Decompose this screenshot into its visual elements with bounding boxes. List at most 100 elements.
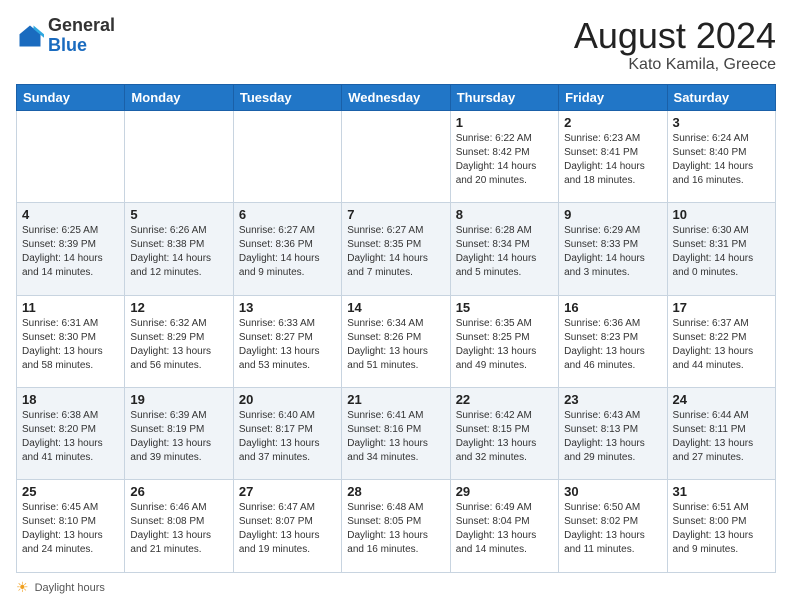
day-number: 16 — [564, 300, 661, 315]
day-number: 27 — [239, 484, 336, 499]
day-info: Sunrise: 6:47 AM Sunset: 8:07 PM Dayligh… — [239, 501, 336, 557]
day-number: 22 — [456, 392, 553, 407]
day-info: Sunrise: 6:30 AM Sunset: 8:31 PM Dayligh… — [673, 224, 770, 280]
day-number: 12 — [130, 300, 227, 315]
day-number: 18 — [22, 392, 119, 407]
day-info: Sunrise: 6:34 AM Sunset: 8:26 PM Dayligh… — [347, 317, 444, 373]
logo-icon — [16, 22, 44, 50]
footer-note: ☀ Daylight hours — [16, 579, 776, 596]
calendar-cell: 22 Sunrise: 6:42 AM Sunset: 8:15 PM Dayli… — [450, 388, 558, 480]
weekday-header-saturday: Saturday — [667, 84, 775, 110]
calendar-cell: 24Sunrise: 6:44 AM Sunset: 8:11 PM Dayli… — [667, 388, 775, 480]
calendar-cell: 14 Sunrise: 6:34 AM Sunset: 8:26 PM Dayli… — [342, 295, 450, 387]
calendar-cell: 5Sunrise: 6:26 AM Sunset: 8:38 PM Daylig… — [125, 203, 233, 295]
footer-text: Daylight hours — [35, 582, 105, 594]
day-info: Sunrise: 6:49 AM Sunset: 8:04 PM Dayligh… — [456, 501, 553, 557]
week-row-4: 18 Sunrise: 6:38 AM Sunset: 8:20 PM Dayli… — [17, 388, 776, 480]
day-number: 4 — [22, 207, 119, 222]
day-number: 31 — [673, 484, 770, 499]
day-info: Sunrise: 6:31 AM Sunset: 8:30 PM Dayligh… — [22, 317, 119, 373]
day-number: 19 — [130, 392, 227, 407]
calendar-cell: 12 Sunrise: 6:32 AM Sunset: 8:29 PM Dayli… — [125, 295, 233, 387]
weekday-header-tuesday: Tuesday — [233, 84, 341, 110]
day-number: 28 — [347, 484, 444, 499]
day-info: Sunrise: 6:22 AM Sunset: 8:42 PM Dayligh… — [456, 132, 553, 188]
calendar-cell: 1Sunrise: 6:22 AM Sunset: 8:42 PM Daylig… — [450, 110, 558, 202]
day-info: Sunrise: 6:28 AM Sunset: 8:34 PM Dayligh… — [456, 224, 553, 280]
weekday-header-row: SundayMondayTuesdayWednesdayThursdayFrid… — [17, 84, 776, 110]
week-row-3: 11 Sunrise: 6:31 AM Sunset: 8:30 PM Dayli… — [17, 295, 776, 387]
day-info: Sunrise: 6:39 AM Sunset: 8:19 PM Dayligh… — [130, 409, 227, 465]
day-number: 10 — [673, 207, 770, 222]
calendar-cell — [125, 110, 233, 202]
day-info: Sunrise: 6:40 AM Sunset: 8:17 PM Dayligh… — [239, 409, 336, 465]
calendar-cell: 29 Sunrise: 6:49 AM Sunset: 8:04 PM Dayli… — [450, 480, 558, 573]
day-info: Sunrise: 6:32 AM Sunset: 8:29 PM Dayligh… — [130, 317, 227, 373]
day-info: Sunrise: 6:41 AM Sunset: 8:16 PM Dayligh… — [347, 409, 444, 465]
day-info: Sunrise: 6:33 AM Sunset: 8:27 PM Dayligh… — [239, 317, 336, 373]
day-info: Sunrise: 6:36 AM Sunset: 8:23 PM Dayligh… — [564, 317, 661, 373]
calendar-table: SundayMondayTuesdayWednesdayThursdayFrid… — [16, 84, 776, 573]
weekday-header-monday: Monday — [125, 84, 233, 110]
day-info: Sunrise: 6:27 AM Sunset: 8:35 PM Dayligh… — [347, 224, 444, 280]
weekday-header-wednesday: Wednesday — [342, 84, 450, 110]
calendar-cell: 25Sunrise: 6:45 AM Sunset: 8:10 PM Dayli… — [17, 480, 125, 573]
day-number: 14 — [347, 300, 444, 315]
calendar-cell: 28 Sunrise: 6:48 AM Sunset: 8:05 PM Dayli… — [342, 480, 450, 573]
day-info: Sunrise: 6:48 AM Sunset: 8:05 PM Dayligh… — [347, 501, 444, 557]
day-number: 25 — [22, 484, 119, 499]
calendar-title: August 2024 — [574, 16, 776, 56]
logo-general: General — [48, 15, 115, 35]
day-info: Sunrise: 6:38 AM Sunset: 8:20 PM Dayligh… — [22, 409, 119, 465]
logo-text: General Blue — [48, 16, 115, 56]
weekday-header-thursday: Thursday — [450, 84, 558, 110]
day-number: 9 — [564, 207, 661, 222]
calendar-cell: 31 Sunrise: 6:51 AM Sunset: 8:00 PM Dayli… — [667, 480, 775, 573]
day-info: Sunrise: 6:27 AM Sunset: 8:36 PM Dayligh… — [239, 224, 336, 280]
weekday-header-sunday: Sunday — [17, 84, 125, 110]
calendar-cell — [233, 110, 341, 202]
day-number: 29 — [456, 484, 553, 499]
day-info: Sunrise: 6:51 AM Sunset: 8:00 PM Dayligh… — [673, 501, 770, 557]
calendar-cell: 17 Sunrise: 6:37 AM Sunset: 8:22 PM Dayli… — [667, 295, 775, 387]
calendar-cell: 16 Sunrise: 6:36 AM Sunset: 8:23 PM Dayli… — [559, 295, 667, 387]
logo: General Blue — [16, 16, 115, 56]
calendar-cell: 26Sunrise: 6:46 AM Sunset: 8:08 PM Dayli… — [125, 480, 233, 573]
day-info: Sunrise: 6:43 AM Sunset: 8:13 PM Dayligh… — [564, 409, 661, 465]
calendar-cell: 21 Sunrise: 6:41 AM Sunset: 8:16 PM Dayli… — [342, 388, 450, 480]
calendar-cell: 10 Sunrise: 6:30 AM Sunset: 8:31 PM Dayli… — [667, 203, 775, 295]
day-info: Sunrise: 6:24 AM Sunset: 8:40 PM Dayligh… — [673, 132, 770, 188]
calendar-cell: 7Sunrise: 6:27 AM Sunset: 8:35 PM Daylig… — [342, 203, 450, 295]
day-number: 6 — [239, 207, 336, 222]
week-row-2: 4Sunrise: 6:25 AM Sunset: 8:39 PM Daylig… — [17, 203, 776, 295]
week-row-1: 1Sunrise: 6:22 AM Sunset: 8:42 PM Daylig… — [17, 110, 776, 202]
calendar-cell: 13Sunrise: 6:33 AM Sunset: 8:27 PM Dayli… — [233, 295, 341, 387]
day-number: 8 — [456, 207, 553, 222]
calendar-cell: 8 Sunrise: 6:28 AM Sunset: 8:34 PM Daylig… — [450, 203, 558, 295]
sun-icon: ☀ — [16, 579, 29, 596]
day-info: Sunrise: 6:50 AM Sunset: 8:02 PM Dayligh… — [564, 501, 661, 557]
day-number: 24 — [673, 392, 770, 407]
calendar-cell: 11 Sunrise: 6:31 AM Sunset: 8:30 PM Dayli… — [17, 295, 125, 387]
day-info: Sunrise: 6:26 AM Sunset: 8:38 PM Dayligh… — [130, 224, 227, 280]
day-number: 17 — [673, 300, 770, 315]
day-info: Sunrise: 6:23 AM Sunset: 8:41 PM Dayligh… — [564, 132, 661, 188]
day-info: Sunrise: 6:37 AM Sunset: 8:22 PM Dayligh… — [673, 317, 770, 373]
day-number: 11 — [22, 300, 119, 315]
title-area: August 2024 Kato Kamila, Greece — [574, 16, 776, 74]
calendar-cell: 27 Sunrise: 6:47 AM Sunset: 8:07 PM Dayli… — [233, 480, 341, 573]
day-info: Sunrise: 6:42 AM Sunset: 8:15 PM Dayligh… — [456, 409, 553, 465]
day-number: 2 — [564, 115, 661, 130]
day-number: 21 — [347, 392, 444, 407]
page: General Blue August 2024 Kato Kamila, Gr… — [0, 0, 792, 612]
calendar-cell: 15Sunrise: 6:35 AM Sunset: 8:25 PM Dayli… — [450, 295, 558, 387]
calendar-cell: 4Sunrise: 6:25 AM Sunset: 8:39 PM Daylig… — [17, 203, 125, 295]
day-number: 15 — [456, 300, 553, 315]
day-number: 26 — [130, 484, 227, 499]
calendar-cell — [17, 110, 125, 202]
calendar-cell: 6 Sunrise: 6:27 AM Sunset: 8:36 PM Daylig… — [233, 203, 341, 295]
calendar-cell: 30Sunrise: 6:50 AM Sunset: 8:02 PM Dayli… — [559, 480, 667, 573]
logo-blue: Blue — [48, 35, 87, 55]
calendar-cell: 2 Sunrise: 6:23 AM Sunset: 8:41 PM Daylig… — [559, 110, 667, 202]
calendar-cell: 20Sunrise: 6:40 AM Sunset: 8:17 PM Dayli… — [233, 388, 341, 480]
